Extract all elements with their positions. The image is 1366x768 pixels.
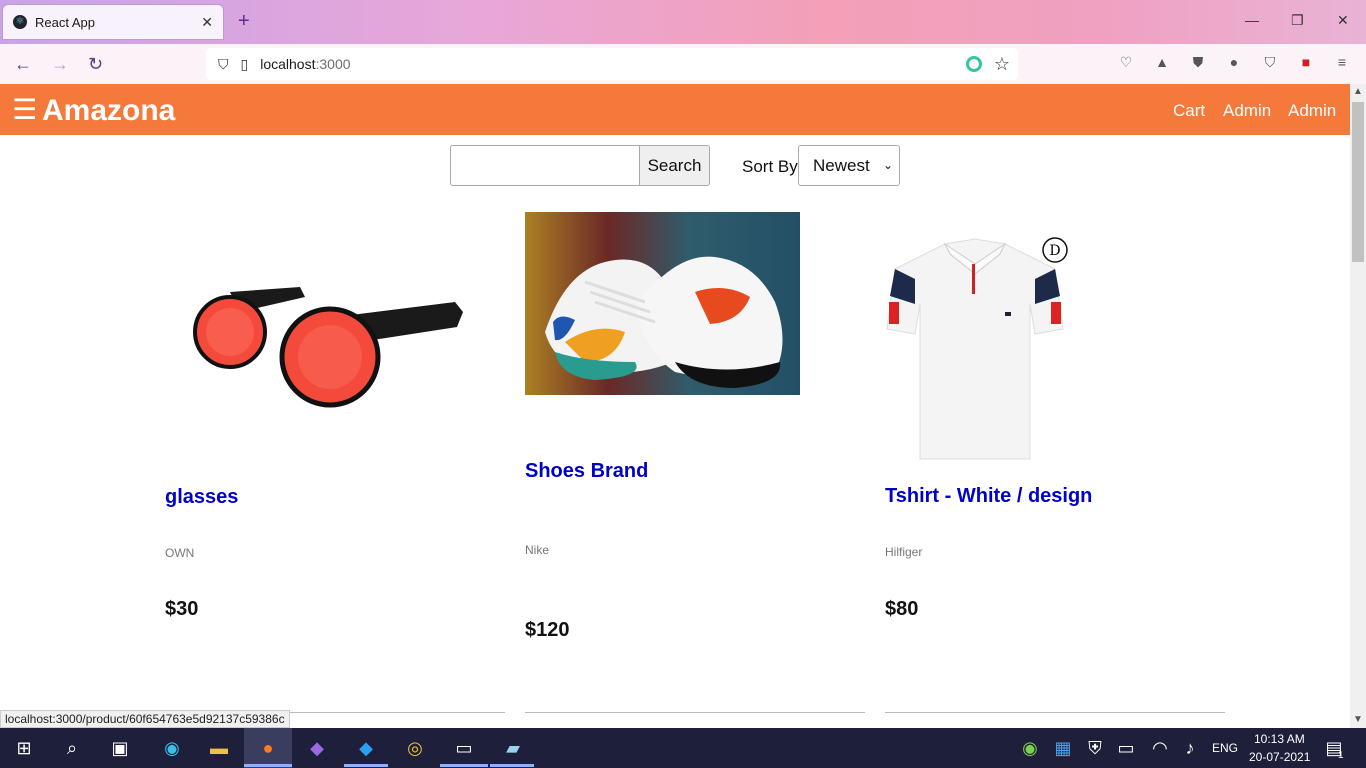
scroll-thumb[interactable] [1352, 102, 1364, 262]
polo-shirt-image[interactable]: D [885, 234, 1070, 464]
product-title-link[interactable]: glasses [165, 486, 238, 509]
sunglasses-image[interactable] [185, 287, 465, 412]
extension-red-icon[interactable]: ■ [1298, 54, 1314, 70]
sort-selected-value: Newest [813, 156, 870, 175]
brand-link[interactable]: Amazona [42, 94, 175, 128]
windows-taskbar: ⊞ ⌕ ▣ ◉ ▬ ● ◆ ◆ ◎ ▭ ▰ ◉ ▦ ⛨ ▭ ◠ ♪ ENG 10… [0, 728, 1366, 768]
defender-shield-icon[interactable]: ⛨ [1083, 736, 1107, 760]
product-price: $80 [885, 598, 919, 620]
sort-select[interactable]: Newest ⌄ [798, 145, 900, 186]
pocket-icon[interactable]: ♡ [1118, 54, 1134, 70]
svg-text:D: D [1049, 243, 1060, 259]
windows-start-icon[interactable]: ⊞ [12, 736, 36, 760]
chrome-icon[interactable]: ◎ [403, 736, 427, 760]
scroll-down-icon[interactable]: ▼ [1353, 714, 1363, 725]
product-price: $120 [525, 619, 570, 641]
sneakers-image[interactable] [525, 212, 800, 395]
product-title-link[interactable]: Tshirt - White / design [885, 485, 1092, 508]
browser-titlebar: ⚛ React App ✕ + — ❐ ✕ [0, 0, 1366, 44]
forward-icon[interactable]: → [51, 54, 69, 75]
chevron-down-icon: ⌄ [882, 158, 893, 172]
tray-blue-icon[interactable]: ▦ [1051, 736, 1075, 760]
new-tab-button[interactable]: + [238, 10, 250, 33]
react-favicon-icon: ⚛ [13, 15, 27, 29]
visual-studio-icon[interactable]: ◆ [305, 736, 329, 760]
search-button[interactable]: Search [639, 145, 710, 186]
ublock-icon[interactable]: ⛉ [1262, 54, 1278, 70]
vscode-icon[interactable]: ◆ [354, 736, 378, 760]
site-header: ☰ Amazona Cart Admin Admin [0, 84, 1350, 135]
firefox-icon[interactable]: ● [256, 736, 280, 760]
sort-label: Sort By [742, 157, 798, 176]
product-brand: Hilfiger [885, 545, 923, 559]
active-app-indicator [244, 764, 292, 767]
notification-count: 1 [1338, 750, 1344, 761]
address-bar[interactable]: ⛉ ▯ localhost:3000 ☆ [206, 48, 1018, 80]
bookmark-star-icon[interactable]: ☆ [994, 54, 1010, 75]
tray-green-icon[interactable]: ◉ [1018, 736, 1042, 760]
battery-icon[interactable]: ▭ [1114, 736, 1138, 760]
link-status-bar: localhost:3000/product/60f654763e5d92137… [0, 710, 290, 728]
search-input[interactable] [450, 145, 640, 186]
url-port: :3000 [315, 56, 351, 72]
url-host: localhost [260, 56, 316, 72]
task-view-icon[interactable]: ▣ [108, 736, 132, 760]
web-page: ☰ Amazona Cart Admin Admin Search Sort B… [0, 84, 1350, 728]
back-icon[interactable]: ← [14, 54, 32, 75]
file-explorer-icon[interactable]: ▬ [207, 736, 231, 760]
window-close-icon[interactable]: ✕ [1337, 12, 1349, 29]
reload-icon[interactable]: ↻ [88, 54, 103, 75]
running-app-indicator [490, 764, 534, 767]
extension-shield-icon[interactable]: ⛊ [1190, 54, 1206, 70]
menu-icon[interactable]: ≡ [1334, 54, 1350, 70]
edge-icon[interactable]: ◉ [160, 736, 184, 760]
shield-icon[interactable]: ⛉ [218, 56, 229, 73]
extension-globe-icon[interactable]: ● [1226, 54, 1242, 70]
card-border [525, 712, 865, 713]
volume-icon[interactable]: ♪ [1178, 736, 1202, 760]
tab-title: React App [35, 14, 95, 30]
admin-link[interactable]: Admin [1223, 101, 1271, 121]
product-price: $30 [165, 598, 199, 620]
minimize-icon[interactable]: — [1245, 12, 1259, 28]
hamburger-menu-icon[interactable]: ☰ [12, 96, 37, 124]
tab-close-icon[interactable]: ✕ [201, 14, 213, 31]
running-app-indicator [440, 764, 488, 767]
terminal-icon[interactable]: ▭ [452, 736, 476, 760]
page-scrollbar[interactable]: ▲ ▼ [1350, 84, 1366, 728]
clock-date[interactable]: 20-07-2021 [1249, 750, 1310, 764]
extension-ring-icon[interactable] [966, 56, 982, 72]
wifi-icon[interactable]: ◠ [1148, 736, 1172, 760]
card-border [885, 712, 1225, 713]
extension-a-icon[interactable]: ▲ [1154, 54, 1170, 70]
page-icon: ▯ [240, 55, 249, 72]
browser-tab[interactable]: ⚛ React App ✕ [2, 4, 224, 40]
running-app-indicator [344, 764, 388, 767]
product-brand: OWN [165, 546, 195, 560]
admin-menu-link[interactable]: Admin [1288, 101, 1336, 121]
product-brand: Nike [525, 543, 550, 557]
product-title-link[interactable]: Shoes Brand [525, 460, 648, 483]
search-icon[interactable]: ⌕ [60, 736, 84, 760]
notes-app-icon[interactable]: ▰ [501, 736, 525, 760]
cart-link[interactable]: Cart [1173, 101, 1205, 121]
scroll-up-icon[interactable]: ▲ [1353, 86, 1363, 97]
restore-icon[interactable]: ❐ [1291, 12, 1304, 29]
language-indicator[interactable]: ENG [1212, 741, 1238, 755]
clock-time[interactable]: 10:13 AM [1254, 732, 1305, 746]
